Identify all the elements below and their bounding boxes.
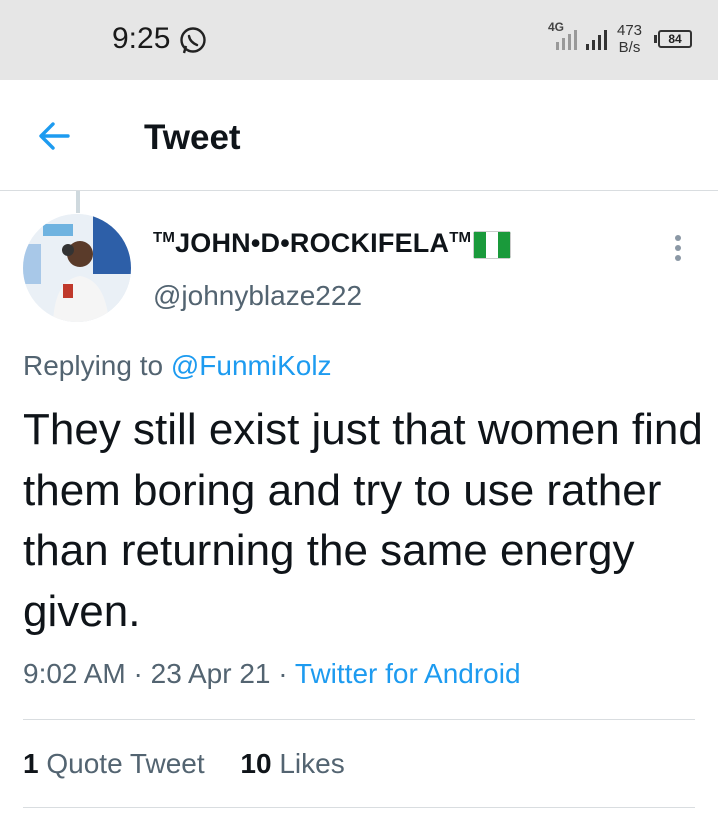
- reply-mention-link[interactable]: @FunmiKolz: [171, 350, 332, 381]
- replying-to: Replying to @FunmiKolz: [23, 350, 332, 382]
- top-app-bar: Tweet: [0, 80, 718, 191]
- battery-icon: 84: [658, 30, 692, 48]
- tm-mark-left: TM: [153, 229, 176, 246]
- net-speed: 473 B/s: [617, 22, 642, 56]
- more-vertical-icon[interactable]: [664, 232, 692, 264]
- tweet-stats: 1 Quote Tweet 10 Likes: [23, 748, 373, 780]
- author-handle[interactable]: @johnyblaze222: [153, 280, 362, 312]
- signal-icon: [556, 30, 577, 50]
- status-bar: 9:25 4G 473 B/s 84: [0, 0, 718, 80]
- tweet-time: 9:02 AM: [23, 658, 126, 689]
- tweet-date: 23 Apr 21: [150, 658, 271, 689]
- divider: [23, 719, 695, 720]
- tweet-meta: 9:02 AM · 23 Apr 21 · Twitter for Androi…: [23, 658, 521, 690]
- reply-prefix: Replying to: [23, 350, 164, 381]
- status-time: 9:25: [112, 22, 171, 55]
- meta-separator-2: ·: [278, 658, 288, 689]
- page-title: Tweet: [144, 118, 241, 157]
- tweet-source-link[interactable]: Twitter for Android: [295, 658, 521, 689]
- like-count: 10: [240, 748, 272, 779]
- quote-count: 1: [23, 748, 39, 779]
- like-label: Likes: [279, 748, 345, 779]
- net-speed-value: 473: [617, 22, 643, 39]
- nigeria-flag-icon: [473, 230, 512, 259]
- divider-bottom: [23, 807, 695, 808]
- thread-connector: [76, 191, 80, 213]
- battery-tip: [654, 35, 657, 43]
- likes-stat[interactable]: 10 Likes: [240, 748, 344, 779]
- meta-separator: ·: [133, 658, 143, 689]
- net-speed-unit: B/s: [618, 39, 641, 56]
- tweet-text: They still exist just that women find th…: [23, 405, 703, 636]
- tm-mark-right: TM: [449, 229, 472, 246]
- quote-label: Quote Tweet: [46, 748, 205, 779]
- avatar-image: [23, 214, 131, 322]
- arrow-left-icon[interactable]: [36, 118, 72, 154]
- author-name-text: JOHN•D•ROCKIFELA: [175, 228, 450, 258]
- author-display-name[interactable]: TMJOHN•D•ROCKIFELATM: [153, 228, 512, 259]
- whatsapp-icon: [180, 27, 206, 54]
- quote-tweets-stat[interactable]: 1 Quote Tweet: [23, 748, 205, 779]
- signal-icon-2: [586, 30, 607, 50]
- avatar[interactable]: [23, 214, 131, 322]
